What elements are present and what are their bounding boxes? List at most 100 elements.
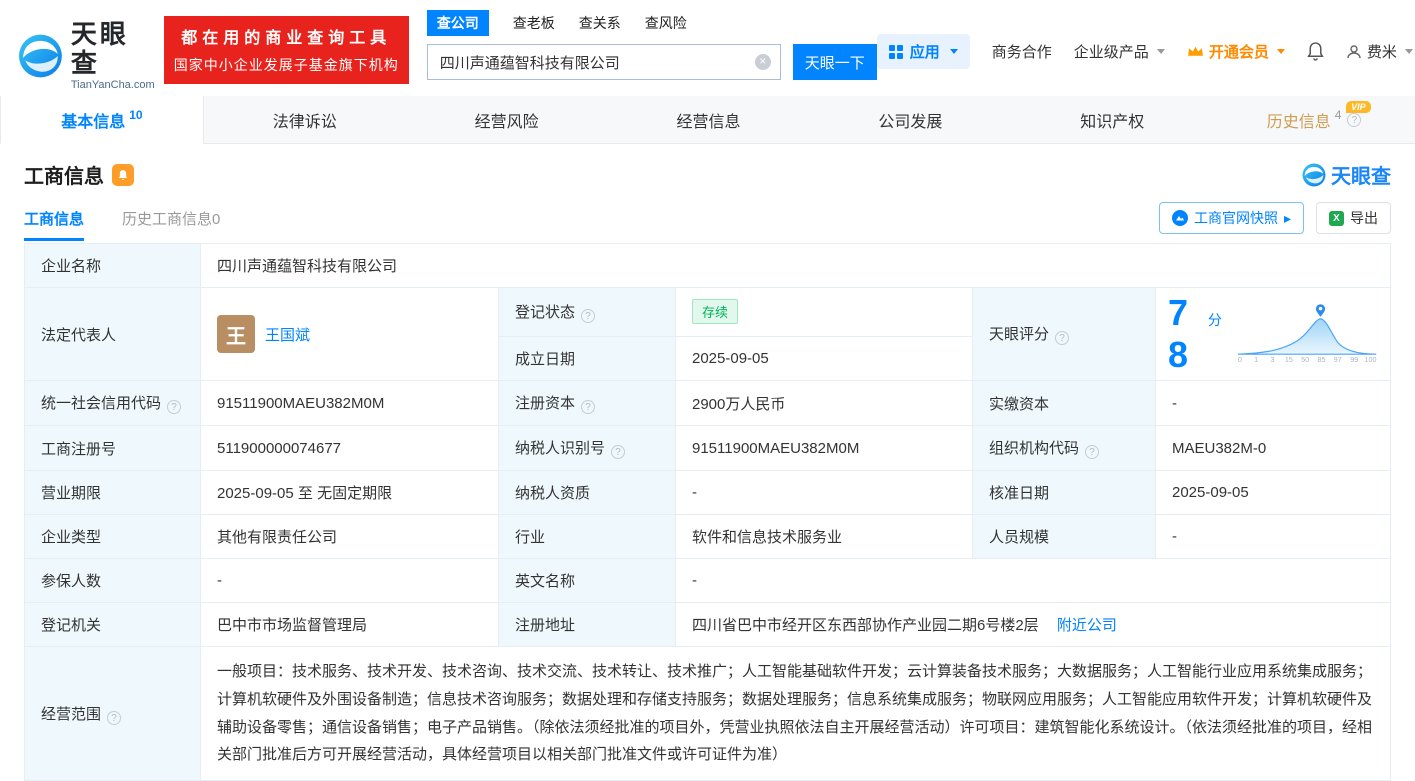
svg-text:15: 15 [1285,355,1293,364]
nav-tab-legal[interactable]: 法律诉讼 [203,96,406,144]
chevron-down-icon [1404,49,1413,54]
company-name-label: 企业名称 [24,243,201,288]
apps-label: 应用 [909,44,940,61]
org-code-value: MAEU382M-0 [1155,425,1391,471]
svg-text:1: 1 [1254,355,1258,364]
search-tab-company[interactable]: 查公司 [426,10,489,36]
row-company-name: 企业名称 四川声通蕴智科技有限公司 [24,243,1391,288]
arrow-right-icon [1284,210,1291,227]
brand-name: 天眼查 [70,19,129,78]
address-value: 四川省巴中市经开区东西部协作产业园二期6号楼2层 附近公司 [675,602,1391,647]
approval-date-label: 核准日期 [972,470,1156,515]
menu-business-cooperation[interactable]: 商务合作 [992,41,1052,62]
subtab-row: 工商信息 历史工商信息0 工商官网快照 导出 [0,195,1415,241]
nav-tab-intellectual-property[interactable]: 知识产权 [1011,96,1214,144]
taxpayer-id-value: 91511900MAEU382M0M [675,425,973,471]
row-company-type: 企业类型 其他有限责任公司 行业 软件和信息技术服务业 人员规模 - [24,514,1391,559]
row-reg-number: 工商注册号 511900000074677 纳税人识别号 91511900MAE… [24,425,1391,471]
business-info-table: 企业名称 四川声通蕴智科技有限公司 法定代表人 王 王国斌 登记状态 存续 天眼… [24,243,1391,781]
clear-icon[interactable] [754,54,771,70]
info-icon[interactable] [167,400,182,414]
info-icon[interactable] [107,710,122,725]
business-term-value: 2025-09-05 至 无固定期限 [200,470,499,515]
nav-tab-label: 经营风险 [474,113,539,131]
industry-label: 行业 [498,514,676,559]
row-registry: 登记机关 巴中市市场监督管理局 注册地址 四川省巴中市经开区东西部协作产业园二期… [24,602,1391,647]
section-title: 工商信息 [24,166,104,188]
org-code-label: 组织机构代码 [972,425,1156,471]
menu-label: 开通会员 [1208,44,1269,61]
chevron-down-icon [949,49,958,54]
section-header: 工商信息 天眼查 [0,144,1415,195]
score-label: 天眼评分 [972,287,1156,381]
nav-tab-operation-info[interactable]: 经营信息 [607,96,810,144]
subtab-label: 工商信息 [24,210,85,228]
score-unit: 分 [1207,312,1222,328]
registry-value: 巴中市市场监督管理局 [200,602,499,647]
reg-number-value: 511900000074677 [200,425,499,471]
industry-value: 软件和信息技术服务业 [675,514,973,559]
brand-domain: TianYanCha.com [70,79,155,92]
monitor-bell-icon[interactable] [112,163,134,186]
tianyancha-logo[interactable]: 天眼查 TianYanCha.com [18,20,156,91]
info-icon[interactable] [581,308,596,323]
subtab-label: 历史工商信息0 [122,210,221,228]
apps-menu[interactable]: 应用 [876,34,970,69]
paid-capital-value: - [1155,380,1391,426]
info-icon[interactable] [1085,445,1100,459]
nearby-companies-link[interactable]: 附近公司 [1057,617,1117,634]
search-tab-risk[interactable]: 查风险 [645,13,687,33]
paid-capital-label: 实缴资本 [972,380,1156,426]
menu-enterprise-products[interactable]: 企业级产品 [1074,41,1165,62]
user-menu[interactable]: 费米 [1346,41,1413,62]
company-name-value: 四川声通蕴智科技有限公司 [200,243,1391,288]
row-insured-count: 参保人数 - 英文名称 - [24,558,1391,603]
business-term-label: 营业期限 [24,470,201,515]
nav-tab-operation-risk[interactable]: 经营风险 [405,96,608,144]
info-icon[interactable] [1055,331,1070,345]
search-area: 查公司 查老板 查关系 查风险 天眼一下 [426,10,877,80]
info-icon[interactable] [581,400,596,414]
credit-code-label: 统一社会信用代码 [24,380,201,426]
excel-icon [1329,210,1344,226]
info-icon[interactable] [611,445,626,459]
info-icon[interactable] [1347,112,1362,127]
nav-tab-count: 4 [1334,107,1342,122]
company-nav-tabs: 基本信息 10 法律诉讼 经营风险 经营信息 公司发展 知识产权 VIP 历史信… [0,96,1415,144]
menu-label: 商务合作 [991,44,1052,61]
search-button[interactable]: 天眼一下 [792,44,877,80]
approval-date-value: 2025-09-05 [1155,470,1391,515]
staff-size-value: - [1155,514,1391,559]
taxpayer-id-label: 纳税人识别号 [498,425,676,471]
export-button[interactable]: 导出 [1316,202,1391,234]
taxpayer-quality-value: - [675,470,973,515]
menu-open-vip[interactable]: 开通会员 [1187,41,1285,62]
search-input[interactable] [426,44,781,80]
nav-tab-basic-info[interactable]: 基本信息 10 [0,96,204,144]
watermark-text: 天眼查 [1331,166,1391,188]
nav-tab-company-development[interactable]: 公司发展 [809,96,1012,144]
legal-rep-link[interactable]: 王国斌 [265,324,310,345]
nav-tab-history-info[interactable]: VIP 历史信息 4 [1213,96,1415,144]
subtab-history-business-info[interactable]: 历史工商信息0 [122,195,220,241]
chevron-down-icon [1156,49,1165,54]
search-type-tabs: 查公司 查老板 查关系 查风险 [426,10,877,36]
subtab-business-info[interactable]: 工商信息 [24,195,85,241]
search-tab-relation[interactable]: 查关系 [579,13,621,33]
nav-tab-label: 经营信息 [676,113,741,131]
site-header: 天眼查 TianYanCha.com 都在用的商业查询工具 国家中小企业发展子基… [0,0,1415,96]
row-business-term: 营业期限 2025-09-05 至 无固定期限 纳税人资质 - 核准日期 202… [24,470,1391,515]
insured-count-value: - [200,558,499,603]
search-tab-boss[interactable]: 查老板 [513,13,555,33]
company-type-label: 企业类型 [24,514,201,559]
english-name-value: - [675,558,1391,603]
establish-date-value: 2025-09-05 [675,335,973,382]
official-snapshot-button[interactable]: 工商官网快照 [1158,202,1304,234]
svg-text:99: 99 [1350,355,1358,364]
snapshot-icon [1171,210,1188,226]
notification-bell[interactable] [1307,42,1324,61]
insured-count-label: 参保人数 [24,558,201,603]
nav-tab-count: 10 [129,107,143,122]
score-value: 78 分 0 1 3 15 50 85 97 99 100 [1155,287,1391,381]
legal-rep-avatar[interactable]: 王 [217,315,255,353]
